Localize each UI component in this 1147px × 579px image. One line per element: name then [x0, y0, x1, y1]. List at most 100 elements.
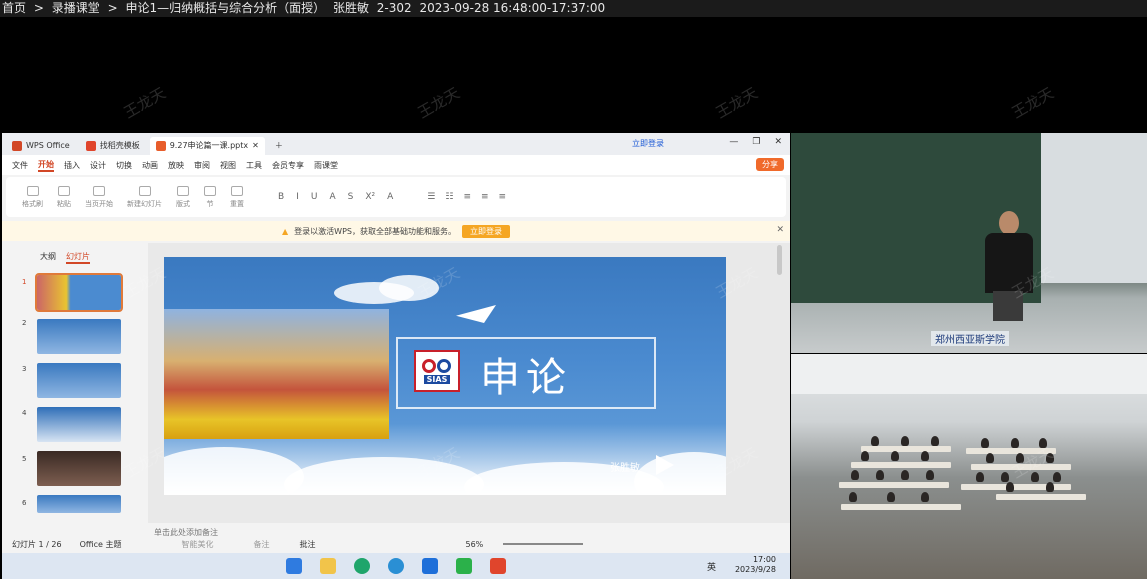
login-link[interactable]: 立即登录 [632, 138, 664, 149]
paste-button[interactable]: 粘贴 [57, 185, 71, 209]
bullet-list-icon[interactable]: ☰ [427, 192, 435, 202]
italic-icon[interactable]: I [296, 192, 299, 202]
slide-thumbnail[interactable] [37, 319, 121, 354]
menu-item-view[interactable]: 视图 [220, 160, 236, 171]
menu-item-slideshow[interactable]: 放映 [168, 160, 184, 171]
numbered-list-icon[interactable]: ☷ [445, 192, 453, 202]
tab-slides[interactable]: 幻灯片 [66, 251, 90, 264]
strikethrough-icon[interactable]: A [329, 192, 335, 202]
new-tab-button[interactable]: ＋ [269, 137, 289, 155]
align-left-icon[interactable]: ≡ [463, 192, 471, 202]
menu-item-insert[interactable]: 插入 [64, 160, 80, 171]
campus-photo [164, 309, 389, 439]
student [849, 492, 857, 502]
underline-icon[interactable]: U [311, 192, 318, 202]
breadcrumb-home[interactable]: 首页 [2, 1, 26, 15]
shadow-icon[interactable]: S [348, 192, 354, 202]
minimize-icon[interactable]: — [729, 137, 738, 147]
student [1039, 438, 1047, 448]
tab-outline[interactable]: 大纲 [40, 251, 56, 264]
section-icon [204, 185, 216, 196]
section-button[interactable]: 节 [204, 185, 216, 209]
tab-wps-office[interactable]: WPS Office [6, 137, 76, 155]
smart-beautify-button[interactable]: 智能美化 [182, 539, 214, 550]
watermark: 王龙天 [414, 83, 463, 122]
student [1046, 482, 1054, 492]
zoom-slider[interactable] [503, 543, 584, 545]
recorded-class-viewer: 首页 > 录播课堂 > 申论1—归纳概括与综合分析（面授） 张胜敏 2-302 … [0, 0, 1147, 579]
edge-browser-icon[interactable] [354, 558, 370, 574]
new-slide-button[interactable]: 新建幻灯片 [127, 185, 162, 209]
slide-title: 申论 [480, 355, 572, 401]
system-clock[interactable]: 17:00 2023/9/28 [735, 555, 776, 575]
slide-number: 3 [22, 365, 27, 373]
start-from-current-button[interactable]: 当页开始 [85, 185, 113, 209]
slide-thumbnail[interactable] [37, 451, 121, 486]
menu-item-home[interactable]: 开始 [38, 159, 54, 172]
projector-screen [1041, 133, 1147, 283]
app-icon[interactable] [422, 558, 438, 574]
ime-indicator[interactable]: 英 [707, 560, 716, 573]
tab-template[interactable]: 找稻壳模板 [80, 137, 146, 155]
zoom-level[interactable]: 56% [466, 540, 484, 549]
align-center-icon[interactable]: ≡ [481, 192, 489, 202]
menu-item-review[interactable]: 审阅 [194, 160, 210, 171]
close-icon[interactable]: ✕ [252, 137, 259, 155]
share-button[interactable]: 分享 [756, 158, 784, 171]
menu-item-tools[interactable]: 工具 [246, 160, 262, 171]
close-notice-icon[interactable]: ✕ [776, 225, 784, 235]
superscript-icon[interactable]: X² [365, 192, 375, 202]
slide-number: 5 [22, 455, 27, 463]
desk [839, 482, 949, 488]
paragraph-group: ☰ ☷ ≡ ≡ ≡ [427, 192, 506, 202]
notes-toggle-button[interactable]: 备注 [254, 539, 270, 550]
menu-item-file[interactable]: 文件 [12, 160, 28, 171]
notice-login-button[interactable]: 立即登录 [461, 224, 510, 238]
layout-button[interactable]: 版式 [176, 185, 190, 209]
teacher-camera-feed: 郑州西亚斯学院 [791, 133, 1147, 353]
current-slide[interactable]: SIAS 申论 张胜敏 [164, 257, 726, 495]
slide-thumbnail[interactable] [35, 273, 123, 312]
app-icon[interactable] [388, 558, 404, 574]
menu-item-member[interactable]: 会员专享 [272, 160, 304, 171]
reset-button[interactable]: 重置 [230, 185, 244, 209]
vertical-scrollbar[interactable] [777, 245, 782, 275]
wps-window: WPS Office 找稻壳模板 9.27申论篇一课.pptx ✕ ＋ 立即登录… [2, 133, 790, 579]
menu-item-design[interactable]: 设计 [90, 160, 106, 171]
wechat-icon[interactable] [456, 558, 472, 574]
slide-counter: 幻灯片 1 / 26 [12, 539, 62, 549]
close-window-icon[interactable]: ✕ [774, 137, 782, 147]
teacher-name: 张胜敏 [332, 1, 369, 15]
comments-button[interactable]: 批注 [300, 539, 316, 550]
watermark: 王龙天 [712, 83, 761, 122]
menu-item-transition[interactable]: 切换 [116, 160, 132, 171]
sias-logo: SIAS [414, 350, 460, 392]
desk [966, 448, 1056, 454]
windows-start-icon[interactable] [286, 558, 302, 574]
wps-taskbar-icon[interactable] [490, 558, 506, 574]
cloud-decoration [284, 457, 484, 495]
room-number: 2-302 [376, 1, 412, 15]
student [901, 436, 909, 446]
clock-time: 17:00 [752, 555, 776, 564]
breadcrumb-separator: > [107, 1, 118, 15]
bold-icon[interactable]: B [278, 192, 284, 202]
student [887, 492, 895, 502]
slide-thumbnail[interactable] [37, 363, 121, 398]
tab-pptx-file[interactable]: 9.27申论篇一课.pptx ✕ [149, 137, 265, 155]
menu-item-animation[interactable]: 动画 [142, 160, 158, 171]
file-explorer-icon[interactable] [320, 558, 336, 574]
theme-name: Office 主题 [79, 539, 122, 549]
restore-icon[interactable]: ❐ [752, 137, 760, 147]
font-color-icon[interactable]: A [387, 192, 393, 202]
student [851, 470, 859, 480]
course-title: 申论1—归纳概括与综合分析（面授） [125, 1, 326, 15]
menu-item-rain-classroom[interactable]: 雨课堂 [314, 160, 338, 171]
align-right-icon[interactable]: ≡ [499, 192, 507, 202]
breadcrumb-section[interactable]: 录播课堂 [52, 1, 100, 15]
slide-thumbnail[interactable] [37, 407, 121, 442]
slide-thumbnail[interactable] [37, 495, 121, 513]
format-painter-button[interactable]: 格式刷 [22, 185, 43, 209]
student [1011, 438, 1019, 448]
watermark: 王龙天 [120, 83, 169, 122]
